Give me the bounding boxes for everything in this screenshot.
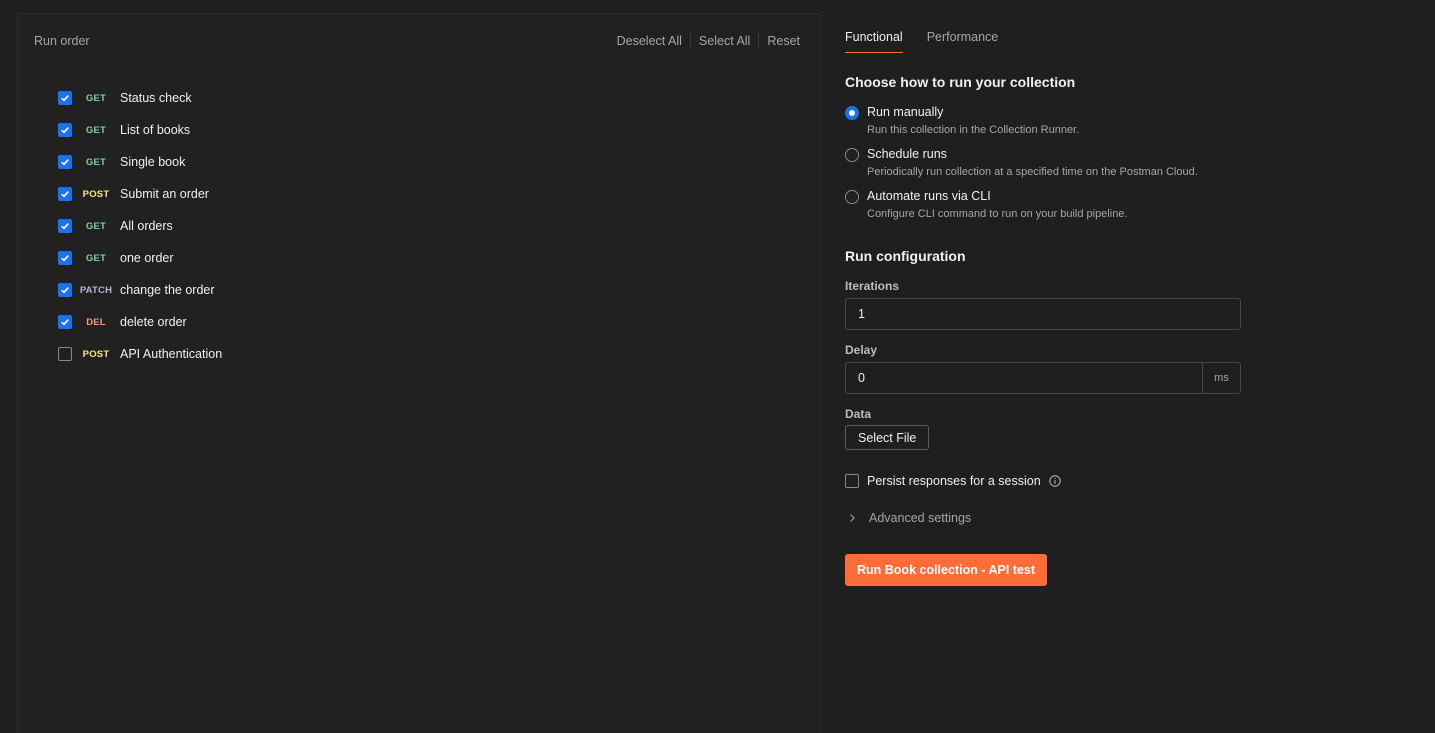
- persist-responses-checkbox[interactable]: [845, 474, 859, 488]
- method-badge: POST: [82, 188, 110, 200]
- advanced-settings-label: Advanced settings: [869, 511, 972, 525]
- request-name: Status check: [120, 91, 192, 105]
- iterations-input[interactable]: [846, 299, 1240, 329]
- iterations-field-box: [845, 298, 1241, 330]
- run-configuration-title: Run configuration: [845, 248, 966, 264]
- tab-functional[interactable]: Functional: [845, 30, 903, 53]
- option-description: Run this collection in the Collection Ru…: [867, 124, 1080, 136]
- automate-cli-option[interactable]: Automate runs via CLI Configure CLI comm…: [845, 186, 1127, 222]
- method-badge: GET: [85, 252, 107, 264]
- list-item[interactable]: GET one order: [58, 242, 222, 274]
- deselect-all-button[interactable]: Deselect All: [609, 34, 690, 48]
- run-order-header: Run order Deselect All Select All Reset: [34, 33, 800, 49]
- run-manually-radio[interactable]: [845, 106, 859, 120]
- list-item[interactable]: POST API Authentication: [58, 338, 222, 370]
- info-icon[interactable]: [1049, 475, 1061, 487]
- request-name: All orders: [120, 219, 173, 233]
- option-label: Automate runs via CLI: [867, 189, 991, 203]
- request-name: API Authentication: [120, 347, 223, 361]
- list-item[interactable]: DEL delete order: [58, 306, 222, 338]
- request-checkbox[interactable]: [58, 155, 72, 169]
- runner-tabs: Functional Performance: [845, 30, 1022, 53]
- request-checkbox[interactable]: [58, 187, 72, 201]
- persist-responses-label: Persist responses for a session: [867, 474, 1041, 488]
- schedule-runs-radio[interactable]: [845, 148, 859, 162]
- run-order-actions: Deselect All Select All Reset: [609, 33, 800, 49]
- run-order-panel: Run order Deselect All Select All Reset …: [17, 13, 821, 733]
- request-checkbox[interactable]: [58, 251, 72, 265]
- option-label: Schedule runs: [867, 147, 947, 161]
- method-badge: GET: [85, 124, 107, 136]
- delay-field-box: ms: [845, 362, 1241, 394]
- method-badge: DEL: [86, 316, 106, 328]
- automate-cli-radio[interactable]: [845, 190, 859, 204]
- method-badge: GET: [85, 156, 107, 168]
- run-manually-option[interactable]: Run manually Run this collection in the …: [845, 102, 1079, 138]
- request-name: delete order: [120, 315, 187, 329]
- list-item[interactable]: PATCH change the order: [58, 274, 222, 306]
- list-item[interactable]: POST Submit an order: [58, 178, 222, 210]
- request-checkbox[interactable]: [58, 315, 72, 329]
- request-checkbox[interactable]: [58, 123, 72, 137]
- delay-label: Delay: [845, 343, 878, 357]
- chevron-right-icon: [850, 514, 855, 522]
- option-label: Run manually: [867, 105, 944, 119]
- request-list: GET Status check GET List of books GET S…: [58, 82, 222, 370]
- schedule-runs-option[interactable]: Schedule runs Periodically run collectio…: [845, 144, 1198, 180]
- request-checkbox[interactable]: [58, 91, 72, 105]
- choose-run-title: Choose how to run your collection: [845, 74, 1076, 90]
- list-item[interactable]: GET Status check: [58, 82, 222, 114]
- list-item[interactable]: GET All orders: [58, 210, 222, 242]
- method-badge: GET: [85, 220, 107, 232]
- request-checkbox[interactable]: [58, 283, 72, 297]
- request-name: one order: [120, 251, 174, 265]
- list-item[interactable]: GET Single book: [58, 146, 222, 178]
- option-description: Configure CLI command to run on your bui…: [867, 208, 1128, 220]
- run-collection-button[interactable]: Run Book collection - API test: [845, 554, 1048, 586]
- method-badge: PATCH: [79, 284, 113, 296]
- data-label: Data: [845, 407, 872, 421]
- list-item[interactable]: GET List of books: [58, 114, 222, 146]
- request-name: Submit an order: [120, 187, 209, 201]
- run-order-title: Run order: [34, 34, 90, 48]
- option-description: Periodically run collection at a specifi…: [867, 166, 1198, 178]
- select-file-button[interactable]: Select File: [845, 425, 930, 450]
- method-badge: GET: [85, 92, 107, 104]
- request-name: List of books: [120, 123, 191, 137]
- delay-unit: ms: [1202, 363, 1240, 393]
- reset-button[interactable]: Reset: [759, 34, 800, 48]
- request-checkbox[interactable]: [58, 219, 72, 233]
- request-name: Single book: [120, 155, 186, 169]
- request-name: change the order: [120, 283, 215, 297]
- select-all-button[interactable]: Select All: [691, 34, 758, 48]
- tab-performance[interactable]: Performance: [927, 30, 999, 53]
- iterations-label: Iterations: [845, 279, 900, 293]
- delay-input[interactable]: [846, 363, 1202, 393]
- request-checkbox[interactable]: [58, 347, 72, 361]
- persist-responses-row: Persist responses for a session: [845, 474, 1061, 488]
- advanced-settings-toggle[interactable]: Advanced settings: [847, 511, 971, 525]
- method-badge: POST: [82, 348, 110, 360]
